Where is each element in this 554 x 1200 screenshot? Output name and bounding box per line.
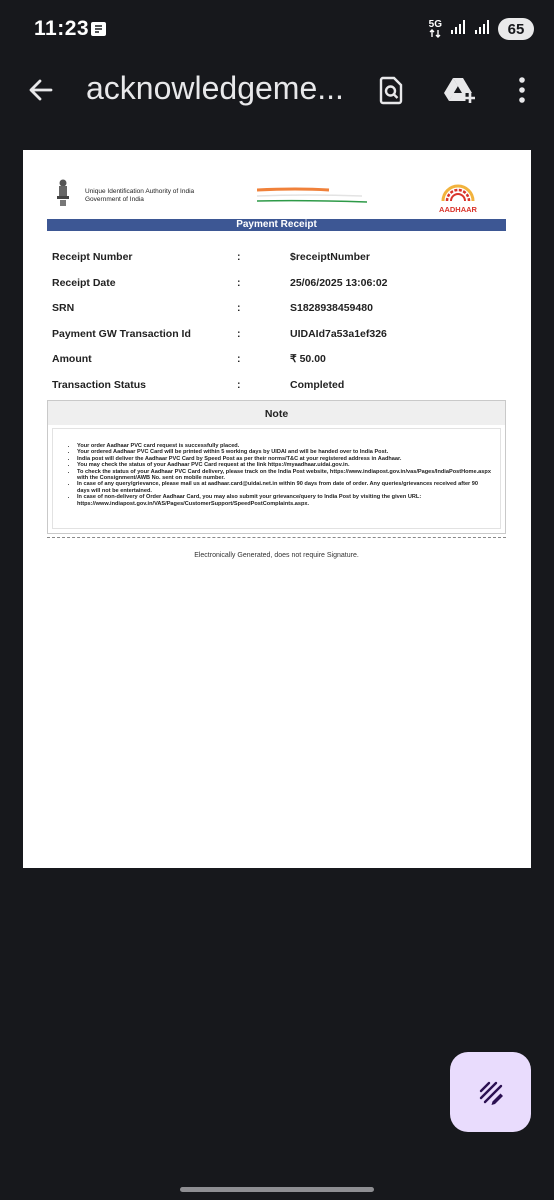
dashed-divider xyxy=(47,537,506,538)
more-vert-icon xyxy=(519,77,525,103)
note-item: In case of any query/grievance, please m… xyxy=(77,481,492,494)
find-in-page-button[interactable] xyxy=(373,72,409,108)
field-label: Transaction Status xyxy=(52,378,146,391)
field-row: Receipt Date : 25/06/2025 13:06:02 xyxy=(52,271,502,297)
app-bar: acknowledgeme... xyxy=(0,60,554,120)
status-indicators: 5G 65 xyxy=(429,16,534,42)
note-box: Note Your order Aadhaar PVC card request… xyxy=(47,400,506,534)
field-colon: : xyxy=(237,378,241,391)
note-item: To check the status of your Aadhaar PVC … xyxy=(77,469,492,482)
payment-receipt-banner: Payment Receipt xyxy=(47,219,506,231)
signal-icon xyxy=(450,19,466,40)
field-label: Amount xyxy=(52,353,92,366)
field-label: SRN xyxy=(52,302,75,315)
back-arrow-icon xyxy=(29,79,53,101)
field-value: $receiptNumber xyxy=(290,251,370,263)
drive-add-icon xyxy=(444,78,475,103)
national-emblem-icon xyxy=(57,179,69,206)
note-title: Note xyxy=(48,401,505,425)
annotate-fab[interactable] xyxy=(450,1052,531,1132)
home-indicator[interactable] xyxy=(180,1187,374,1192)
note-content: Your order Aadhaar PVC card request is s… xyxy=(52,428,501,529)
data-arrows-icon: 5G xyxy=(429,20,442,38)
field-label: Receipt Number xyxy=(52,251,133,263)
field-row: SRN : S1828938459480 xyxy=(52,296,502,322)
status-bar: 11:23 5G 65 xyxy=(0,0,554,60)
back-button[interactable] xyxy=(24,73,58,107)
battery-icon: 65 xyxy=(498,18,534,40)
notification-icon xyxy=(90,21,107,37)
field-row: Amount : ₹ 50.00 xyxy=(52,347,502,373)
find-in-page-icon xyxy=(379,76,403,105)
field-colon: : xyxy=(237,353,241,366)
note-item: In case of non-delivery of Order Aadhaar… xyxy=(77,494,492,507)
status-time: 11:23 xyxy=(34,17,90,40)
field-value: Completed xyxy=(290,378,345,391)
tricolour-stripes-icon xyxy=(257,187,367,203)
org-block: Unique Identification Authority of India… xyxy=(85,188,194,204)
org-sub: Government of India xyxy=(85,196,144,203)
battery-level: 65 xyxy=(507,20,525,38)
field-value: S1828938459480 xyxy=(290,302,373,315)
field-value: ₹ 50.00 xyxy=(290,353,326,366)
field-value: 25/06/2025 13:06:02 xyxy=(290,276,388,289)
field-row: Transaction Status : Completed xyxy=(52,373,502,399)
field-row: Receipt Number : $receiptNumber xyxy=(52,245,502,271)
footer-note: Electronically Generated, does not requi… xyxy=(194,552,359,559)
org-name: Unique Identification Authority of India xyxy=(85,188,195,195)
add-to-drive-button[interactable] xyxy=(442,72,478,108)
note-list: Your order Aadhaar PVC card request is s… xyxy=(53,429,500,507)
field-colon: : xyxy=(237,327,241,340)
signal-icon xyxy=(474,19,490,40)
document-header: Unique Identification Authority of India… xyxy=(47,172,507,222)
field-colon: : xyxy=(237,276,241,289)
field-label: Payment GW Transaction Id xyxy=(52,327,191,340)
field-row: Payment GW Transaction Id : UIDAId7a53a1… xyxy=(52,322,502,348)
document-page: Unique Identification Authority of India… xyxy=(23,150,531,868)
aadhaar-logo-icon: AADHAAR xyxy=(439,184,478,214)
field-label: Receipt Date xyxy=(52,276,116,289)
receipt-fields: Receipt Number : $receiptNumber Receipt … xyxy=(52,245,502,399)
field-colon: : xyxy=(237,302,241,315)
document-title: acknowledgeme... xyxy=(86,70,344,106)
network-type: 5G xyxy=(428,19,442,30)
more-options-button[interactable] xyxy=(504,72,540,108)
field-colon: : xyxy=(237,251,241,263)
aadhaar-logo-text: AADHAAR xyxy=(439,205,477,214)
field-value: UIDAId7a53a1ef326 xyxy=(290,327,387,340)
edit-ink-icon xyxy=(479,1081,503,1105)
